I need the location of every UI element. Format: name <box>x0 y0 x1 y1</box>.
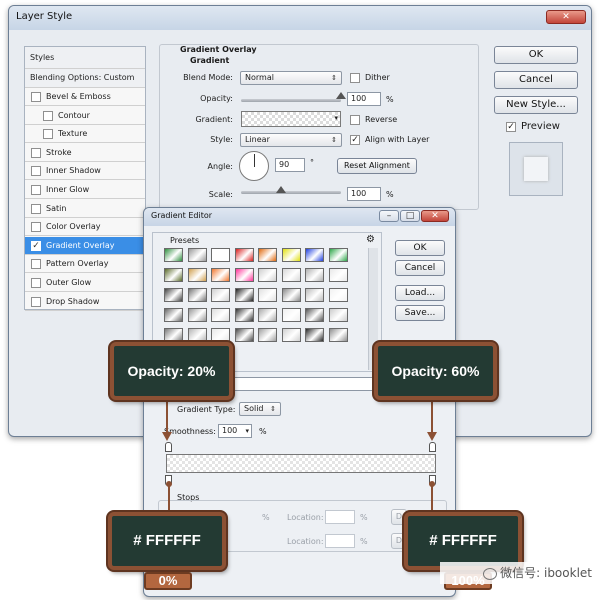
opacity-left-text: Opacity: 20% <box>127 363 216 379</box>
color-left-sign: # FFFFFF <box>108 512 226 570</box>
wechat-icon <box>483 567 498 580</box>
watermark: 微信号: ibooklet <box>440 562 596 584</box>
color-left-text: # FFFFFF <box>133 532 201 549</box>
arrow-dot-left <box>166 481 172 487</box>
location-left-tag: 0% <box>144 572 192 590</box>
arrowhead-left-top <box>162 432 172 441</box>
arrow-dot-right <box>429 481 435 487</box>
color-right-text: # FFFFFF <box>429 532 497 549</box>
opacity-left-sign: Opacity: 20% <box>110 342 233 400</box>
watermark-text: 微信号: ibooklet <box>500 566 592 580</box>
opacity-right-text: Opacity: 60% <box>391 363 480 379</box>
opacity-right-sign: Opacity: 60% <box>374 342 497 400</box>
annotation-arrows <box>162 402 437 510</box>
arrowhead-right-top <box>427 432 437 441</box>
